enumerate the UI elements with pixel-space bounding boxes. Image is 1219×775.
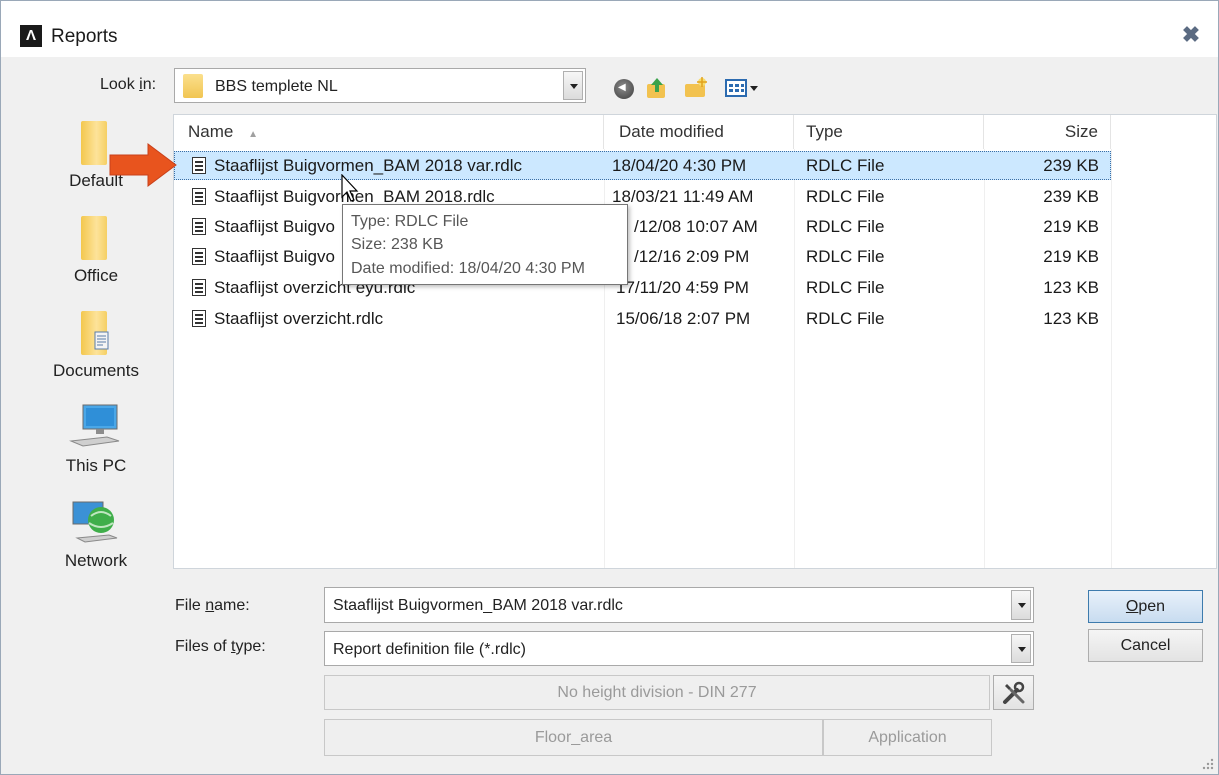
file-name-label: File name:: [175, 597, 250, 614]
file-name-value: Staaflijst Buigvormen_BAM 2018 var.rdlc: [333, 597, 623, 614]
open-button[interactable]: Open: [1088, 590, 1203, 623]
tooltip-size: Size: 238 KB: [351, 236, 444, 253]
annotation-arrow-icon: [109, 143, 177, 187]
up-folder-icon[interactable]: [644, 75, 670, 101]
cancel-button[interactable]: Cancel: [1088, 629, 1203, 662]
chevron-down-icon[interactable]: [563, 71, 583, 100]
file-row[interactable]: Staaflijst Buigvo /12/16 2:09 PM RDLC Fi…: [174, 242, 1111, 271]
file-size-cell: 239 KB: [1043, 156, 1099, 175]
place-documents[interactable]: Documents: [41, 306, 151, 396]
file-size-cell: 219 KB: [1043, 247, 1099, 266]
look-in-combo[interactable]: BBS templete NL: [174, 68, 586, 103]
file-row[interactable]: Staaflijst overzicht.rdlc 15/06/18 2:07 …: [174, 304, 1111, 333]
file-type-cell: RDLC File: [806, 156, 885, 175]
title-bar: Λ Reports ✖: [1, 1, 1218, 57]
chevron-down-icon[interactable]: [1011, 590, 1031, 620]
document-icon: [94, 331, 109, 350]
file-type-cell: RDLC File: [806, 278, 885, 297]
column-name-label: Name: [188, 122, 234, 141]
computer-icon: [69, 404, 120, 447]
report-file-icon: [192, 279, 206, 296]
file-date-cell: /12/08 10:07 AM: [634, 217, 758, 236]
place-this-pc[interactable]: This PC: [41, 401, 151, 491]
file-type-combo[interactable]: Report definition file (*.rdlc): [324, 631, 1034, 666]
new-folder-icon[interactable]: [683, 75, 709, 101]
file-tooltip: Type: RDLC File Size: 238 KB Date modifi…: [342, 204, 628, 285]
file-name-combo[interactable]: Staaflijst Buigvormen_BAM 2018 var.rdlc: [324, 587, 1034, 623]
place-network[interactable]: Network: [41, 496, 151, 586]
column-type[interactable]: Type: [794, 115, 984, 149]
file-size-cell: 123 KB: [1043, 278, 1099, 297]
mouse-pointer-icon: [341, 174, 359, 202]
folder-icon: [183, 74, 203, 98]
file-size-cell: 123 KB: [1043, 309, 1099, 328]
file-row[interactable]: Staaflijst Buigvormen_BAM 2018 var.rdlc …: [174, 151, 1111, 180]
file-name-cell: Staaflijst Buigvo: [214, 247, 335, 266]
floor-area-button[interactable]: Floor_area: [324, 719, 823, 756]
dialog-title: Reports: [51, 26, 118, 47]
sort-ascending-icon: ▲: [248, 129, 258, 140]
place-label: Office: [73, 266, 119, 285]
reports-dialog: Λ Reports ✖ Look in: BBS templete NL Def…: [0, 0, 1219, 775]
file-type-cell: RDLC File: [806, 309, 885, 328]
resize-grip-icon[interactable]: [1200, 756, 1214, 770]
place-office[interactable]: Office: [41, 211, 151, 301]
file-name-cell: Staaflijst Buigvo: [214, 217, 335, 236]
place-label: Network: [64, 551, 128, 570]
place-label: This PC: [65, 456, 127, 475]
file-row[interactable]: Staaflijst Buigvo /12/08 10:07 AM RDLC F…: [174, 212, 1111, 241]
column-divider: [1111, 149, 1112, 568]
settings-tools-button[interactable]: [993, 675, 1034, 710]
file-name-cell: Staaflijst Buigvormen_BAM 2018 var.rdlc: [214, 156, 523, 175]
file-type-label: Files of type:: [175, 638, 266, 655]
place-label: Documents: [53, 361, 139, 380]
report-file-icon: [192, 248, 206, 265]
tooltip-date: Date modified: 18/04/20 4:30 PM: [351, 260, 585, 277]
file-date-cell: 18/03/21 11:49 AM: [612, 187, 754, 206]
file-type-cell: RDLC File: [806, 247, 885, 266]
file-type-value: Report definition file (*.rdlc): [333, 641, 526, 658]
tooltip-type: Type: RDLC File: [351, 213, 469, 230]
file-date-cell: 15/06/18 2:07 PM: [616, 309, 751, 328]
folder-icon: [81, 121, 107, 165]
column-date[interactable]: Date modified: [604, 115, 794, 149]
folder-icon: [81, 216, 107, 260]
file-date-cell: 18/04/20 4:30 PM: [612, 156, 747, 175]
column-size[interactable]: Size: [984, 115, 1111, 149]
application-button[interactable]: Application: [823, 719, 992, 756]
view-menu-icon[interactable]: [723, 75, 763, 101]
network-icon: [72, 501, 118, 543]
file-type-cell: RDLC File: [806, 217, 885, 236]
file-size-cell: 219 KB: [1043, 217, 1099, 236]
back-icon[interactable]: [614, 79, 634, 99]
file-size-cell: 239 KB: [1043, 187, 1099, 206]
close-icon[interactable]: ✖: [1177, 21, 1205, 49]
report-file-icon: [192, 310, 206, 327]
column-name[interactable]: Name ▲: [174, 115, 604, 149]
report-file-icon: [192, 188, 206, 205]
report-file-icon: [192, 218, 206, 235]
file-row[interactable]: Staaflijst overzicht eyu.rdlc 17/11/20 4…: [174, 273, 1111, 302]
report-file-icon: [192, 157, 206, 174]
look-in-label: Look in:: [100, 76, 157, 93]
file-type-cell: RDLC File: [806, 187, 885, 206]
chevron-down-icon[interactable]: [1011, 634, 1031, 663]
tools-icon: [1002, 681, 1024, 704]
file-list[interactable]: Name ▲ Date modified Type Size Staaflijs…: [173, 114, 1217, 569]
height-division-button[interactable]: No height division - DIN 277: [324, 675, 990, 710]
file-row[interactable]: Staaflijst Buigvormen_BAM 2018.rdlc 18/0…: [174, 182, 1111, 211]
app-logo-icon: Λ: [20, 25, 42, 47]
list-header: Name ▲ Date modified Type Size: [174, 115, 1216, 149]
look-in-value: BBS templete NL: [215, 78, 338, 95]
file-date-cell: /12/16 2:09 PM: [634, 247, 750, 266]
file-date-cell: 17/11/20 4:59 PM: [616, 278, 749, 297]
file-name-cell: Staaflijst overzicht.rdlc: [214, 309, 384, 328]
